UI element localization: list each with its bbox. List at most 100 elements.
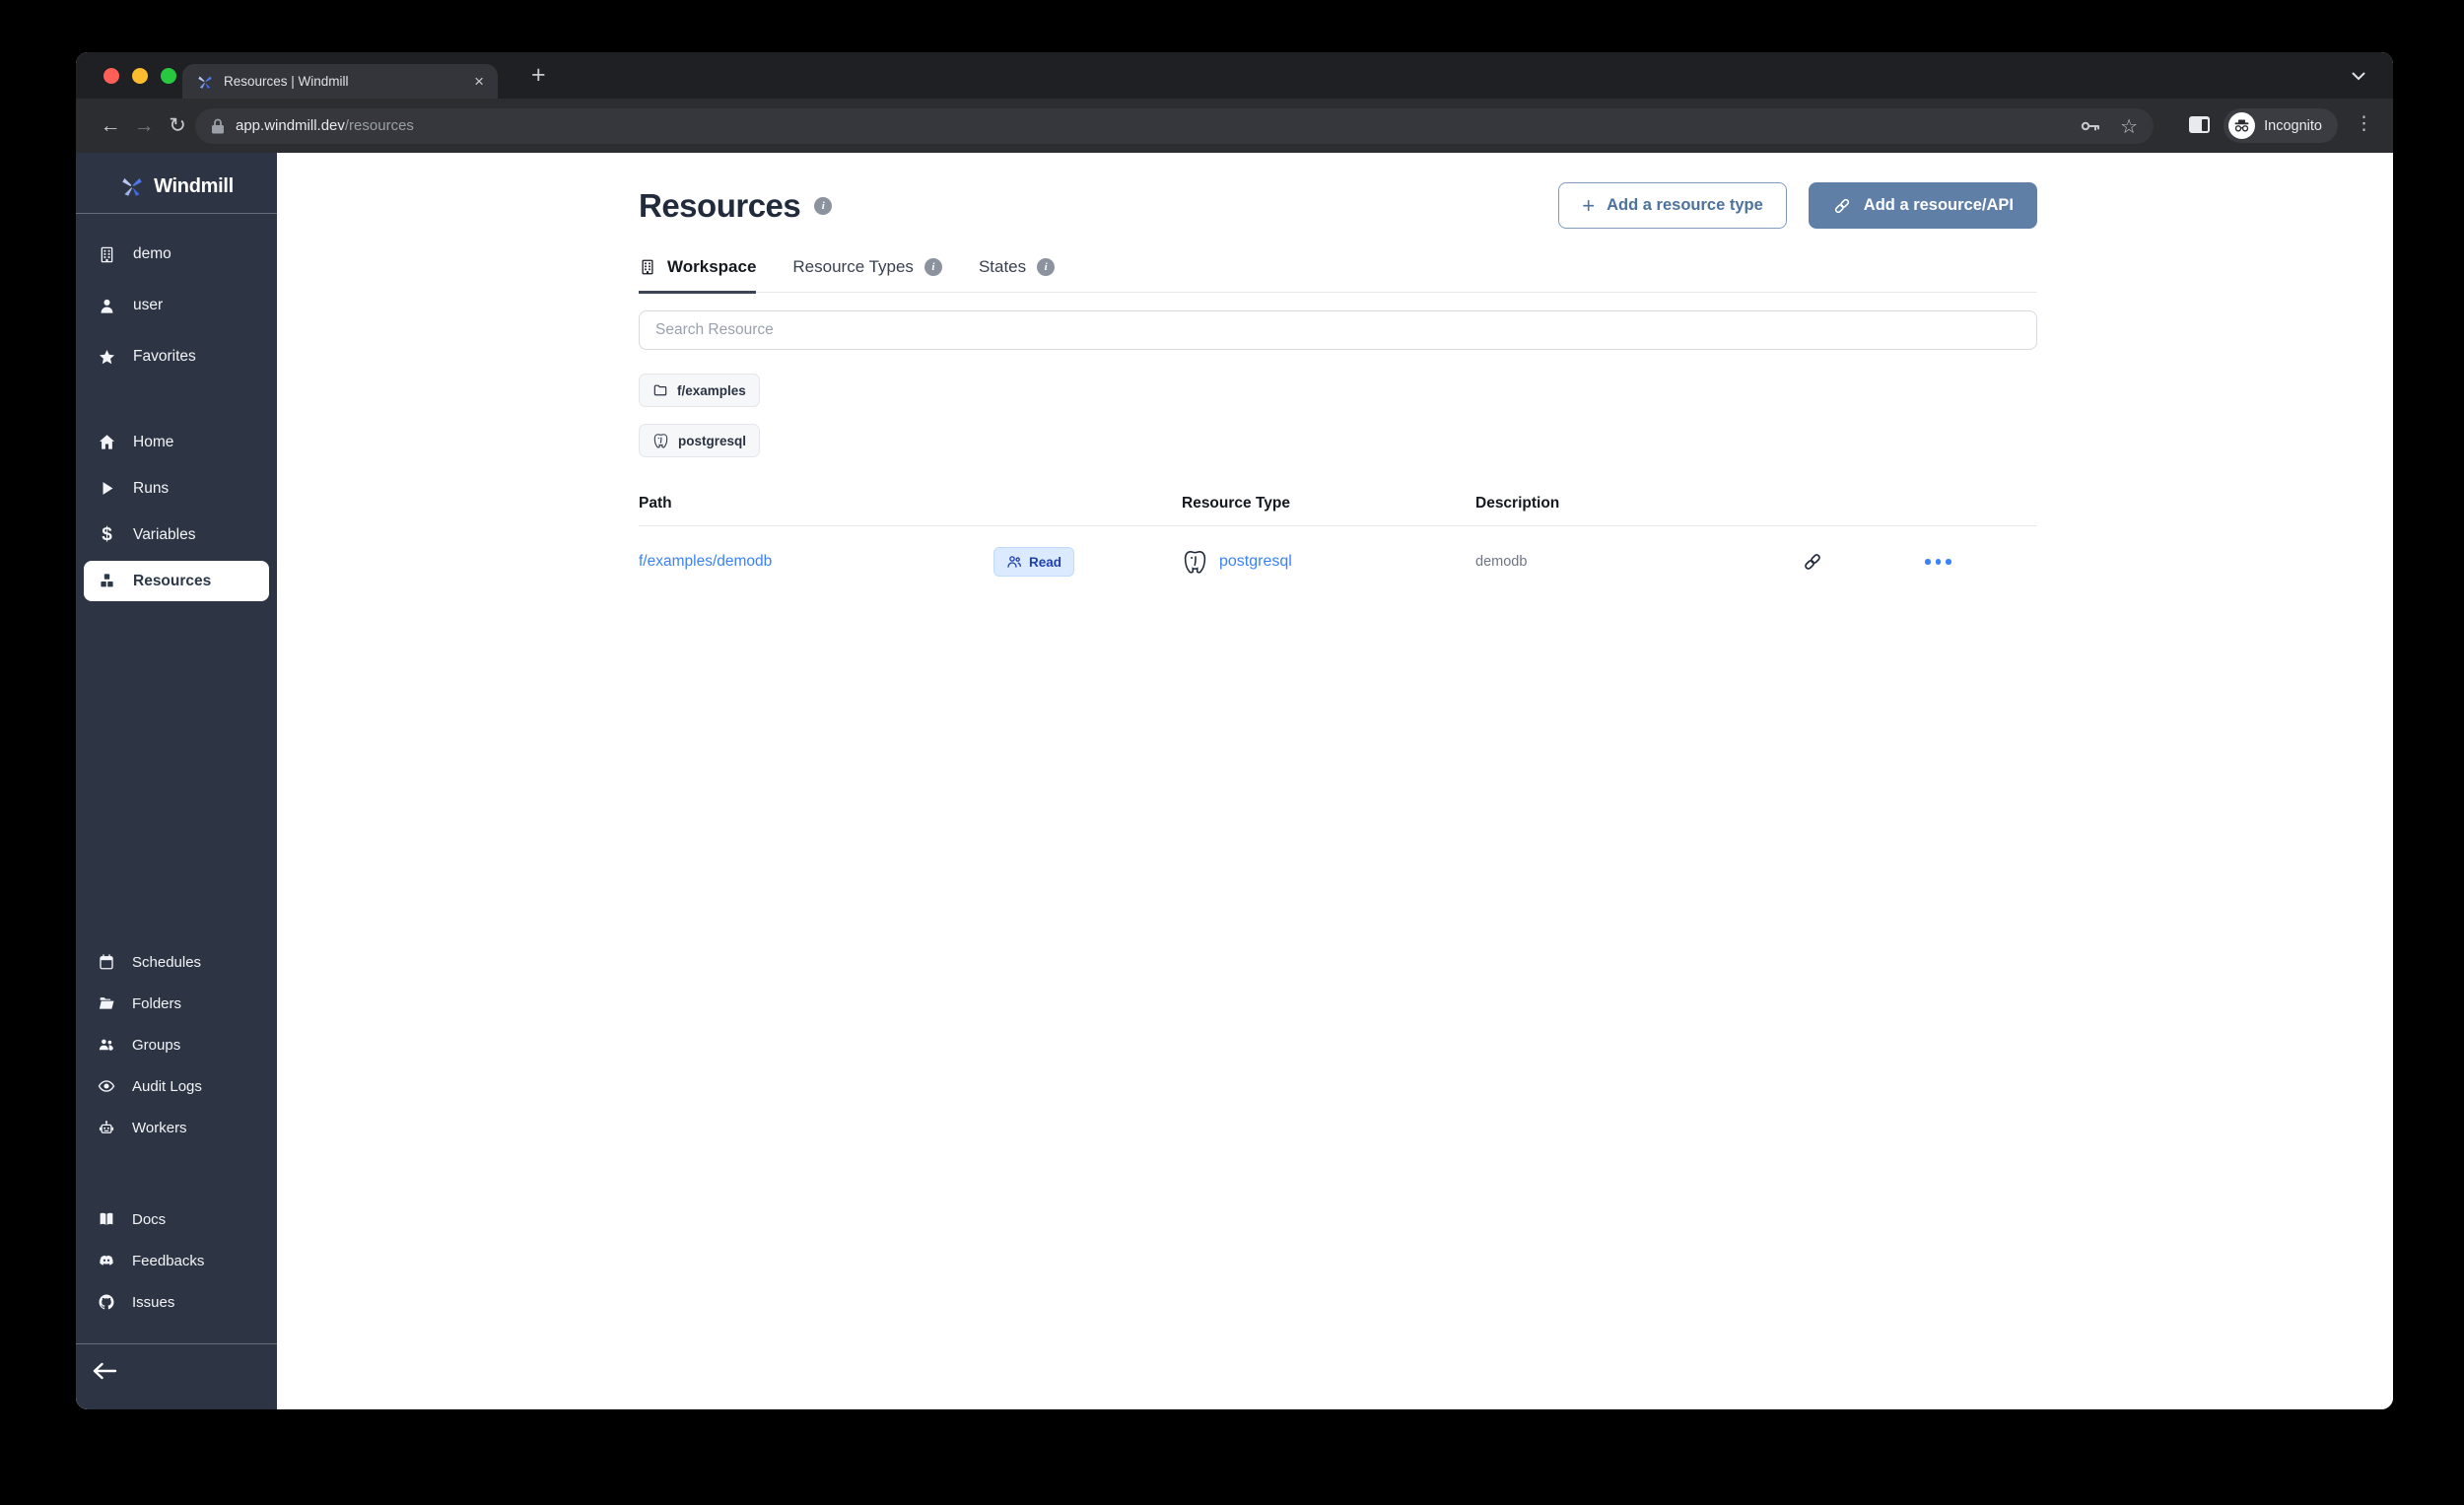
windmill-logo[interactable]: Windmill — [76, 159, 277, 214]
windmill-favicon-icon — [196, 73, 214, 91]
close-window-button[interactable] — [103, 68, 119, 84]
sidebar-item-folders[interactable]: Folders — [76, 983, 277, 1024]
page-title: Resources — [639, 187, 800, 225]
column-header-path: Path — [639, 495, 993, 513]
lock-icon — [211, 118, 225, 134]
sidebar-item-issues[interactable]: Issues — [76, 1281, 277, 1323]
add-resource-type-button[interactable]: + Add a resource type — [1558, 182, 1787, 229]
back-icon[interactable]: ← — [94, 114, 127, 138]
incognito-label: Incognito — [2264, 118, 2322, 134]
incognito-avatar-icon — [2228, 112, 2255, 139]
dollar-icon: $ — [98, 524, 116, 546]
home-icon — [98, 433, 116, 451]
sidebar-item-label: Resources — [133, 573, 211, 590]
sidebar-item-label: demo — [133, 245, 171, 263]
add-resource-api-label: Add a resource/API — [1864, 196, 2014, 215]
sidebar-item-runs[interactable]: Runs — [76, 465, 277, 512]
user-icon — [98, 297, 116, 315]
github-icon — [98, 1293, 115, 1311]
tab-info-icon[interactable]: i — [924, 258, 942, 276]
copy-link-icon[interactable] — [1700, 551, 1925, 573]
search-input[interactable] — [639, 310, 2037, 350]
add-resource-type-label: Add a resource type — [1607, 196, 1763, 215]
resource-type-cell: postgresql — [1182, 549, 1475, 576]
tab-info-icon[interactable]: i — [1037, 258, 1055, 276]
sidebar-item-label: Home — [133, 434, 173, 451]
address-bar[interactable]: app.windmill.dev/resources ☆ — [195, 108, 2154, 144]
filter-chip-label: postgresql — [678, 434, 746, 448]
filter-chip-postgresql[interactable]: postgresql — [639, 424, 760, 457]
sidebar-item-user[interactable]: user — [76, 280, 277, 331]
sidebar-item-feedbacks[interactable]: Feedbacks — [76, 1240, 277, 1281]
postgresql-icon — [652, 433, 669, 449]
sidebar-item-label: Runs — [133, 480, 169, 498]
sidebar-item-label: Schedules — [132, 954, 201, 971]
forward-icon[interactable]: → — [127, 114, 161, 138]
sidebar-item-groups[interactable]: Groups — [76, 1024, 277, 1065]
sidebar-help-group: Docs Feedbacks Issues — [76, 1198, 277, 1323]
permission-badge[interactable]: Read — [993, 547, 1074, 577]
permission-label: Read — [1029, 555, 1061, 570]
windmill-logo-icon — [119, 173, 145, 199]
resource-description: demodb — [1475, 554, 1700, 570]
minimize-window-button[interactable] — [132, 68, 148, 84]
sidebar-item-variables[interactable]: $ Variables — [76, 512, 277, 558]
password-key-icon[interactable] — [2081, 120, 2100, 132]
row-menu-icon[interactable] — [1925, 559, 2037, 565]
zoom-window-button[interactable] — [161, 68, 176, 84]
folder-open-icon — [98, 994, 115, 1012]
book-icon — [98, 1210, 115, 1228]
collapse-sidebar-icon[interactable] — [92, 1361, 117, 1386]
table-header: Path Resource Type Description — [639, 495, 2037, 526]
sidebar-item-workers[interactable]: Workers — [76, 1107, 277, 1148]
user-group-icon — [98, 1036, 115, 1054]
tab-title: Resources | Windmill — [224, 74, 464, 89]
filter-chip-label: f/examples — [677, 383, 746, 398]
sidebar-item-favorites[interactable]: Favorites — [76, 331, 277, 382]
plus-icon: + — [1582, 193, 1595, 219]
sidebar-item-workspace-demo[interactable]: demo — [76, 229, 277, 280]
sidebar-item-home[interactable]: Home — [76, 419, 277, 465]
column-header-description: Description — [1475, 495, 1700, 513]
browser-menu-icon[interactable]: ⋮ — [2355, 112, 2373, 135]
close-tab-icon[interactable]: × — [474, 73, 484, 90]
windmill-logo-text: Windmill — [154, 175, 234, 198]
side-panel-icon[interactable] — [2189, 116, 2210, 133]
url-text: app.windmill.dev/resources — [236, 117, 414, 135]
resource-path-link[interactable]: f/examples/demodb — [639, 553, 993, 571]
browser-tab[interactable]: Resources | Windmill × — [182, 64, 498, 99]
star-icon — [98, 348, 116, 367]
tab-workspace[interactable]: Workspace — [639, 257, 756, 292]
sidebar-divider — [76, 1343, 277, 1344]
browser-window: Resources | Windmill × + ← → ↻ app.windm… — [76, 52, 2393, 1409]
sidebar-item-schedules[interactable]: Schedules — [76, 941, 277, 983]
filter-chip-folder[interactable]: f/examples — [639, 374, 760, 407]
new-tab-icon[interactable]: + — [531, 61, 546, 90]
tab-label: States — [979, 257, 1026, 277]
tab-search-chevron-icon[interactable] — [2352, 72, 2365, 81]
sidebar-item-docs[interactable]: Docs — [76, 1198, 277, 1240]
tab-states[interactable]: States i — [979, 257, 1055, 292]
sidebar-admin-group: Schedules Folders — [76, 941, 277, 1148]
building-icon — [639, 258, 656, 276]
tab-resource-types[interactable]: Resource Types i — [792, 257, 942, 292]
sidebar-item-resources[interactable]: Resources — [84, 561, 269, 601]
bookmark-star-icon[interactable]: ☆ — [2120, 114, 2138, 139]
resource-type-link[interactable]: postgresql — [1219, 553, 1292, 571]
incognito-badge[interactable]: Incognito — [2224, 108, 2338, 143]
link-icon — [1832, 196, 1852, 216]
sidebar-item-label: user — [133, 297, 163, 314]
tab-strip: Resources | Windmill × + — [76, 52, 2393, 99]
sidebar-item-label: Groups — [132, 1037, 180, 1054]
discord-icon — [98, 1252, 115, 1269]
column-header-resource-type: Resource Type — [1182, 495, 1475, 513]
sidebar-item-audit-logs[interactable]: Audit Logs — [76, 1065, 277, 1107]
postgresql-icon — [1182, 549, 1208, 576]
sidebar-divider — [76, 213, 277, 214]
reload-icon[interactable]: ↻ — [161, 113, 194, 138]
title-info-icon[interactable]: i — [814, 197, 832, 215]
eye-icon — [98, 1077, 115, 1095]
page: Windmill demo — [76, 153, 2393, 1409]
add-resource-api-button[interactable]: Add a resource/API — [1809, 182, 2037, 229]
sidebar-item-label: Issues — [132, 1294, 174, 1311]
